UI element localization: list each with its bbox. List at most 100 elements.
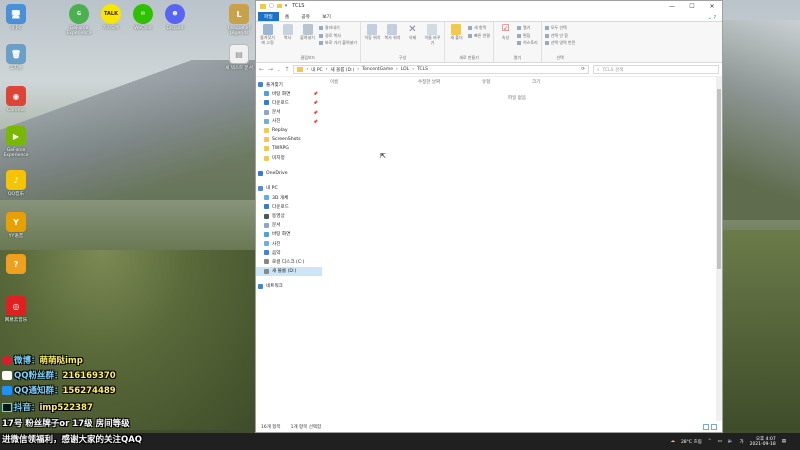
nav-item[interactable]: Replay: [256, 126, 322, 135]
column-date[interactable]: 수정한 날짜: [418, 79, 482, 85]
nav-item[interactable]: 바탕 화면: [256, 230, 322, 239]
tab-view[interactable]: 보기: [316, 12, 337, 21]
move-to-button[interactable]: 이동 위치: [364, 24, 381, 55]
nav-item[interactable]: 미지정: [256, 154, 322, 163]
file-explorer-window[interactable]: ▢ ▾ TCLS — ☐ ✕ 파일 홈 공유 보기 ⌄ ? 즐겨찾기에 고정 복…: [255, 0, 723, 433]
desktop-icon-discord[interactable]: ☻ Discord: [160, 4, 190, 31]
weather-text[interactable]: 28°C 흐림: [681, 439, 702, 445]
pin-quick-access-button[interactable]: 즐겨찾기에 고정: [259, 24, 276, 55]
minimize-button[interactable]: —: [662, 3, 682, 10]
desktop-icon-qq[interactable]: ♪ QQ音乐: [1, 170, 31, 197]
nav-item[interactable]: 바탕 화면 📌: [256, 89, 322, 98]
new-folder-icon[interactable]: [276, 4, 282, 8]
select-none-button[interactable]: 선택 안 함: [544, 33, 576, 39]
title-bar[interactable]: ▢ ▾ TCLS — ☐ ✕: [256, 1, 722, 11]
scrollbar-thumb[interactable]: [717, 89, 721, 269]
desktop-icon-kakao[interactable]: TALK 카카오톡: [96, 4, 126, 31]
nav-folder-icon: [258, 185, 263, 191]
group-label: 새로 만들기: [459, 55, 479, 60]
nav-item[interactable]: 문서 📌: [256, 108, 322, 117]
paste-shortcut-button[interactable]: 바로 가기 붙여넣기: [319, 40, 357, 46]
nav-item[interactable]: 사진: [256, 239, 322, 248]
properties-button[interactable]: ☑ 속성: [497, 24, 514, 55]
nav-item[interactable]: 네트워크: [256, 282, 322, 291]
breadcrumb-tcls[interactable]: TCLS: [417, 67, 428, 72]
desktop-icon-geforce[interactable]: ▶ GeForce Experience: [1, 126, 31, 158]
chevron-down-icon[interactable]: ▾: [285, 3, 288, 9]
tray-chevron-icon[interactable]: ⌃: [708, 439, 712, 444]
new-folder-button[interactable]: 새 폴더: [448, 24, 465, 55]
volume-icon[interactable]: 🔈: [728, 439, 734, 444]
tab-file[interactable]: 파일: [258, 12, 279, 21]
desktop-icon-textfile[interactable]: ▤ 새 텍스트 문서: [224, 44, 254, 71]
address-bar[interactable]: › 내 PC › 새 볼륨 (D:) › TencentGame › LOL › TCL…: [293, 65, 589, 74]
maximize-button[interactable]: ☐: [682, 3, 702, 10]
search-box[interactable]: ⌕ TCLS 검색: [593, 65, 719, 74]
nav-item[interactable]: 다운로드 📌: [256, 98, 322, 107]
ime-icon[interactable]: 가: [739, 439, 743, 445]
forward-arrow-icon[interactable]: →: [268, 66, 273, 73]
rename-button[interactable]: 이름 바꾸기: [424, 24, 441, 55]
breadcrumb-lol[interactable]: LOL: [401, 67, 409, 72]
nav-item[interactable]: 음악: [256, 248, 322, 257]
paste-button[interactable]: 붙여넣기: [299, 24, 316, 55]
vertical-scrollbar[interactable]: [716, 77, 722, 421]
column-size[interactable]: 크기: [532, 79, 572, 85]
breadcrumb-pc[interactable]: 내 PC: [311, 67, 322, 73]
close-button[interactable]: ✕: [702, 3, 722, 10]
nav-item[interactable]: 동영상: [256, 211, 322, 220]
cut-button[interactable]: 잘라내기: [319, 25, 357, 31]
desktop-icon-wechat[interactable]: ✉ WeChat: [128, 4, 158, 31]
copy-to-button[interactable]: 복사 위치: [384, 24, 401, 55]
desktop-icon-help[interactable]: ?: [1, 254, 31, 276]
desktop-icon-pc[interactable]: 🖥 내 PC: [1, 4, 31, 31]
column-type[interactable]: 유형: [482, 79, 532, 85]
open-button[interactable]: 열기: [516, 25, 538, 31]
column-name[interactable]: 이름: [330, 79, 418, 85]
desktop-icon-yy[interactable]: Y YY语音: [1, 212, 31, 239]
help-icon: ?: [6, 254, 26, 274]
details-view-icon[interactable]: [703, 423, 709, 430]
nav-item[interactable]: 3D 개체: [256, 193, 322, 202]
properties-icon[interactable]: ▢: [269, 3, 274, 9]
nav-item[interactable]: 내 PC: [256, 184, 322, 193]
nav-item[interactable]: 문서: [256, 221, 322, 230]
breadcrumb-d[interactable]: 새 볼륨 (D:): [331, 67, 355, 73]
nav-item[interactable]: 사진 📌: [256, 117, 322, 126]
ribbon-expand-icon[interactable]: ⌄ ?: [708, 16, 722, 21]
select-all-button[interactable]: 모두 선택: [544, 25, 576, 31]
notification-icon[interactable]: ▤: [782, 439, 786, 444]
large-icons-view-icon[interactable]: [711, 423, 717, 430]
easy-access-button[interactable]: 빠른 연결: [467, 33, 490, 39]
desktop-icon-geforce2[interactable]: G GeForce Experience: [64, 4, 94, 36]
clock[interactable]: 오후 4:07 2021-09-18: [750, 437, 776, 447]
refresh-icon[interactable]: ⟳: [581, 67, 585, 72]
breadcrumb-tencentgame[interactable]: TencentGame: [362, 67, 393, 72]
nav-item[interactable]: ScreenShots: [256, 135, 322, 144]
delete-button[interactable]: ✕ 삭제: [404, 24, 421, 55]
edit-button[interactable]: 편집: [516, 33, 538, 39]
invert-selection-button[interactable]: 선택 영역 반전: [544, 40, 575, 46]
network-icon[interactable]: ▭: [718, 439, 722, 444]
nav-item[interactable]: 다운로드: [256, 202, 322, 211]
nav-item[interactable]: 새 볼륨 (D:): [256, 266, 322, 276]
new-item-button[interactable]: 새 항목: [467, 25, 490, 31]
tab-share[interactable]: 공유: [295, 12, 316, 21]
nav-item[interactable]: 로컬 디스크 (C:): [256, 257, 322, 266]
back-arrow-icon[interactable]: ←: [259, 66, 264, 73]
copy-path-button[interactable]: 경로 복사: [319, 33, 357, 39]
desktop-icon-chrome[interactable]: ◉ Chrome: [1, 86, 31, 113]
desktop-icon-netease[interactable]: ◎ 网易云音乐: [1, 296, 31, 323]
up-arrow-icon[interactable]: ↑: [284, 66, 289, 73]
desktop-icon-recycle[interactable]: 🗑 휴지통: [1, 44, 31, 71]
nav-item[interactable]: TWRPG: [256, 144, 322, 153]
copy-button[interactable]: 복사: [279, 24, 296, 55]
recent-chevron-icon[interactable]: ⌄: [277, 67, 280, 72]
desktop-icon-lol[interactable]: L League of Legends: [224, 4, 254, 36]
nav-item[interactable]: OneDrive: [256, 169, 322, 178]
tab-home[interactable]: 홈: [279, 12, 295, 21]
weather-icon[interactable]: ☁: [670, 439, 675, 444]
nav-item[interactable]: 즐겨찾기: [256, 80, 322, 89]
history-button[interactable]: 히스토리: [516, 40, 538, 46]
file-list[interactable]: 이름 수정한 날짜 유형 크기 파일 없음: [322, 77, 722, 421]
